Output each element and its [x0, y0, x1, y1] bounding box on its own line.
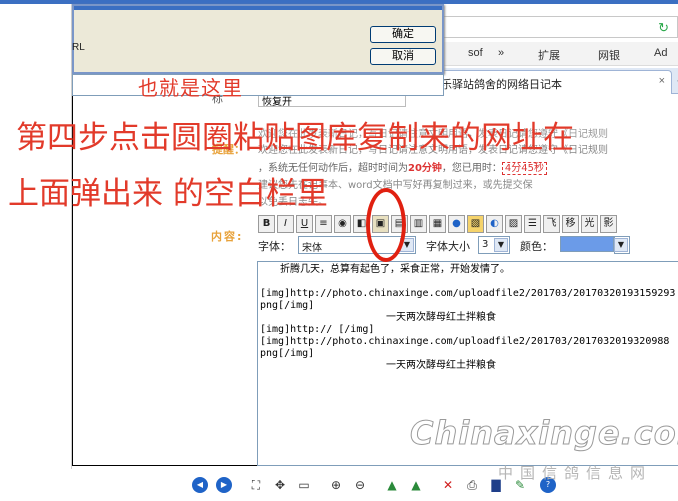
cancel-button[interactable]: 取消	[370, 48, 436, 65]
size-select[interactable]: 3 ▼	[478, 236, 510, 254]
color-label: 颜色：	[520, 240, 553, 253]
editor-line: [img]http://photo.chinaxinge.com/uploadf…	[260, 336, 670, 347]
editor-line: png[/img]	[260, 300, 315, 311]
link-icon[interactable]: ◉	[334, 215, 351, 233]
media-icon[interactable]: ▥	[410, 215, 427, 233]
editor-line: png[/img]	[260, 348, 315, 359]
editor-line: [img]http:// [/img]	[260, 324, 375, 335]
bookmark-ad[interactable]: Ad	[654, 47, 667, 59]
bookmark-sof[interactable]: sof	[468, 47, 483, 59]
editor-toolbar: B I U ≡ ◉ ◧ ▣ ▤ ▥ ▦ ● ▧ ◐ ▨ ☰ 飞 移 光 影	[258, 215, 617, 235]
zoom-in-icon[interactable]: ⊕	[328, 477, 344, 493]
color-dropdown[interactable]: ▼	[614, 236, 630, 254]
rotate-left-icon[interactable]: ▲	[384, 477, 400, 493]
quote-icon[interactable]: ▨	[505, 215, 522, 233]
tab-close-icon[interactable]: ×	[659, 75, 665, 87]
size-label: 字体大小	[426, 240, 470, 253]
actual-size-icon[interactable]: ✥	[272, 477, 288, 493]
prev-icon[interactable]: ◀	[192, 477, 208, 493]
bookmarks-overflow-icon[interactable]: »	[498, 47, 504, 59]
dialog-url-label: RL	[72, 42, 85, 53]
highlight-icon[interactable]: ▧	[467, 215, 484, 233]
font-label: 字体：	[258, 240, 291, 253]
color-select[interactable]	[560, 236, 614, 252]
bookmark-netbank[interactable]: 网银	[598, 47, 620, 63]
annotation-here: 也就是这里	[138, 76, 243, 100]
slideshow-icon[interactable]: ▭	[296, 477, 312, 493]
emoticon-icon[interactable]: ●	[448, 215, 465, 233]
align-button[interactable]: ≡	[315, 215, 332, 233]
watermark-logo: Chinaxinge.com	[409, 414, 678, 453]
editor-line: [img]http://photo.chinaxinge.com/uploadf…	[260, 288, 676, 299]
editor-line: 一天两次酵母红土拌粮食	[386, 360, 496, 371]
refresh-icon[interactable]: ↻	[658, 20, 669, 36]
zoom-out-icon[interactable]: ⊖	[352, 477, 368, 493]
fly-button[interactable]: 飞	[543, 215, 560, 233]
next-icon[interactable]: ▶	[216, 477, 232, 493]
chevron-down-icon: ▼	[614, 238, 628, 252]
left-pane	[0, 4, 72, 469]
annotation-step-line-1: 第四步点击圆圈粘贴图库复制来的网址在	[16, 120, 574, 156]
elapsed-timer: 4分45秒	[501, 162, 548, 175]
editor-line: 折腾几天，总算有起色了，采食正常，开始发情了。	[260, 264, 510, 275]
delete-icon[interactable]: ✕	[440, 477, 456, 493]
editor-line: 一天两次酵母红土拌粮食	[386, 312, 496, 323]
ok-button[interactable]: 确定	[370, 26, 436, 43]
tab-title: 乐驿站鸽舍的网络日记本	[441, 79, 562, 91]
annotation-circle	[366, 188, 406, 262]
print-icon[interactable]: ⎙	[464, 477, 480, 493]
annotation-step-line-2: 上面弹出来 的空白栏里	[8, 176, 328, 212]
timeout-value: 20分钟	[408, 163, 442, 174]
glow-button[interactable]: 光	[581, 215, 598, 233]
list-icon[interactable]: ☰	[524, 215, 541, 233]
bold-button[interactable]: B	[258, 215, 275, 233]
italic-button[interactable]: I	[277, 215, 294, 233]
dialog-titlebar	[74, 6, 442, 10]
move-button[interactable]: 移	[562, 215, 579, 233]
watermark-subtitle: 中国信鸽信息网	[498, 464, 653, 482]
underline-button[interactable]: U	[296, 215, 313, 233]
dialog-url-input[interactable]	[72, 74, 444, 96]
clock-icon[interactable]: ◐	[486, 215, 503, 233]
bookmark-extensions[interactable]: 扩展	[538, 47, 560, 63]
url-dialog: RL 确定 取消	[72, 4, 444, 74]
fit-icon[interactable]: ⛶	[248, 477, 264, 493]
tab-diary[interactable]: 乐驿站鸽舍的网络日记本 ×	[434, 70, 672, 94]
rotate-right-icon[interactable]: ▲	[408, 477, 424, 493]
content-label: 内容:	[211, 230, 244, 243]
table-icon[interactable]: ▦	[429, 215, 446, 233]
chevron-down-icon: ▼	[494, 238, 508, 252]
shadow-button[interactable]: 影	[600, 215, 617, 233]
